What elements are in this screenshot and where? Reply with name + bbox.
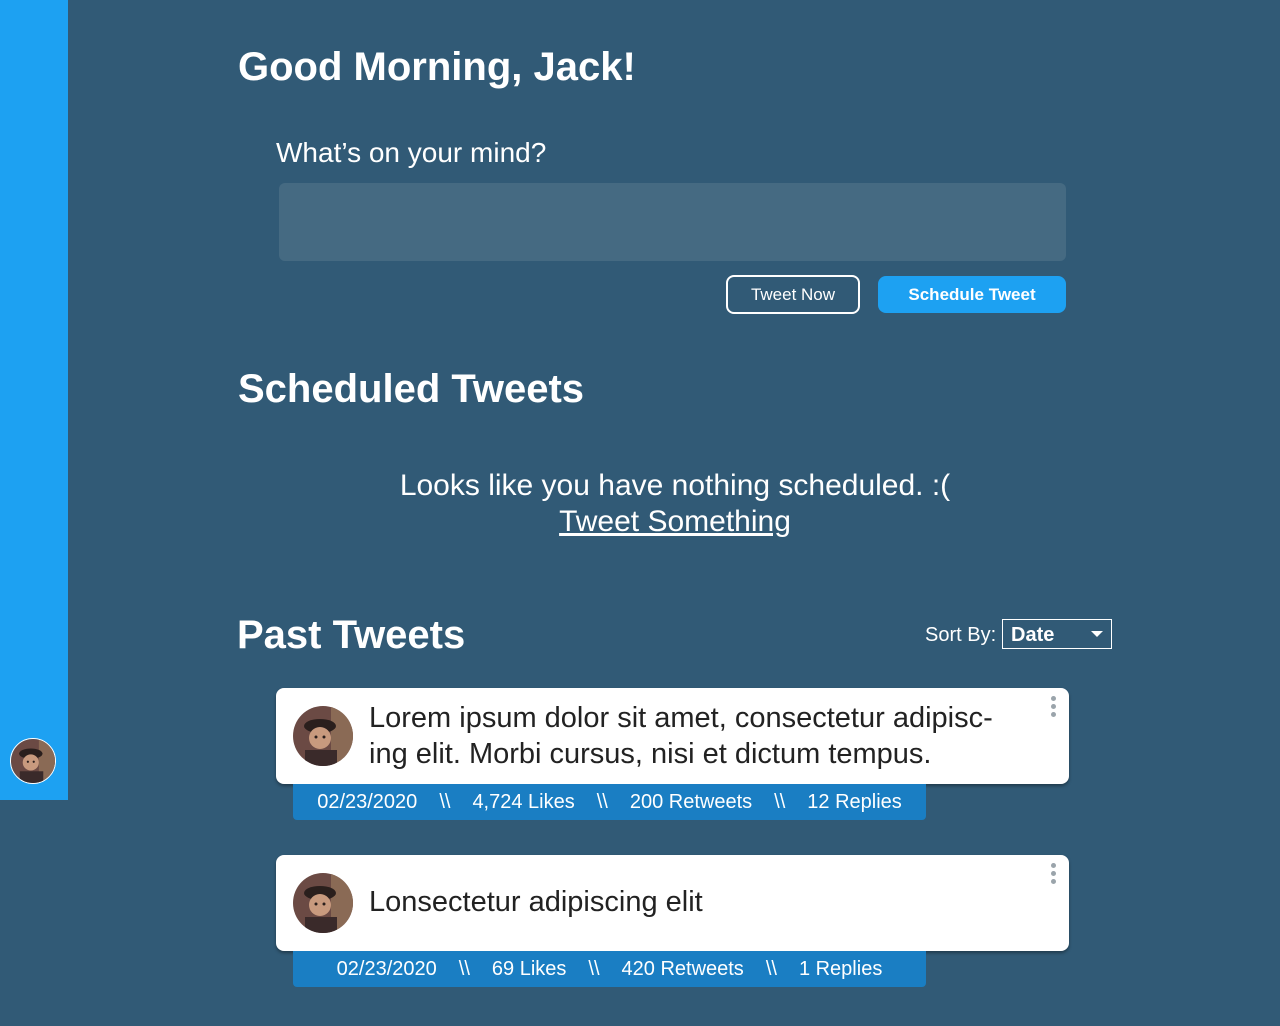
tweet-text: Lonsectetur adipiscing elit: [369, 886, 703, 918]
stats-separator: \\: [439, 790, 451, 813]
sort-by-label: Sort By:: [925, 624, 997, 646]
tweet-author-avatar: [293, 706, 353, 766]
compose-label: What’s on your mind?: [276, 137, 547, 168]
past-tweet-card[interactable]: Lorem ipsum dolor sit amet, consectetur …: [276, 688, 1069, 784]
past-tweet-card[interactable]: Lonsectetur adipiscing elit: [276, 855, 1069, 951]
stats-separator: \\: [596, 790, 608, 813]
stats-separator: \\: [774, 790, 786, 813]
avatar-image: [293, 873, 353, 933]
schedule-tweet-button[interactable]: Schedule Tweet: [878, 276, 1066, 313]
compose-input[interactable]: [279, 183, 1066, 261]
tweet-retweets: 420 Retweets: [621, 957, 744, 980]
sort-selected-value: Date: [1011, 624, 1055, 646]
tweet-date: 02/23/2020: [317, 790, 418, 813]
scheduled-empty-state: Looks like you have nothing scheduled. :…: [275, 468, 1075, 540]
tweet-now-button[interactable]: Tweet Now: [726, 275, 860, 314]
tweet-author-avatar: [293, 873, 353, 933]
past-tweets-heading: Past Tweets: [237, 613, 466, 657]
more-vertical-icon[interactable]: [1047, 863, 1059, 889]
tweet-text: Lorem ipsum dolor sit amet, consectetur …: [369, 702, 993, 770]
tweet-something-link[interactable]: Tweet Something: [559, 505, 791, 538]
tweet-likes: 69 Likes: [491, 957, 567, 980]
sidebar: [0, 0, 68, 800]
tweet-date: 02/23/2020: [336, 957, 437, 980]
tweet-replies: 12 Replies: [807, 790, 902, 813]
caret-down-icon: [1091, 631, 1103, 637]
stats-separator: \\: [765, 957, 777, 980]
tweet-stats-bar: 02/23/2020 \\ 69 Likes \\ 420 Retweets \…: [293, 951, 926, 987]
sort-by-select[interactable]: Date: [1002, 619, 1112, 649]
stats-separator: \\: [588, 957, 600, 980]
tweet-stats-bar: 02/23/2020 \\ 4,724 Likes \\ 200 Retweet…: [293, 784, 926, 820]
tweet-retweets: 200 Retweets: [629, 790, 753, 813]
greeting-heading: Good Morning, Jack!: [238, 45, 636, 89]
stats-separator: \\: [458, 957, 470, 980]
avatar-image: [11, 739, 55, 783]
avatar-image: [293, 706, 353, 766]
scheduled-tweets-heading: Scheduled Tweets: [238, 367, 585, 411]
tweet-replies: 1 Replies: [798, 957, 883, 980]
empty-state-message: Looks like you have nothing scheduled. :…: [399, 469, 951, 502]
more-vertical-icon[interactable]: [1047, 696, 1059, 722]
sidebar-user-avatar[interactable]: [10, 738, 56, 784]
tweet-likes: 4,724 Likes: [472, 790, 575, 813]
